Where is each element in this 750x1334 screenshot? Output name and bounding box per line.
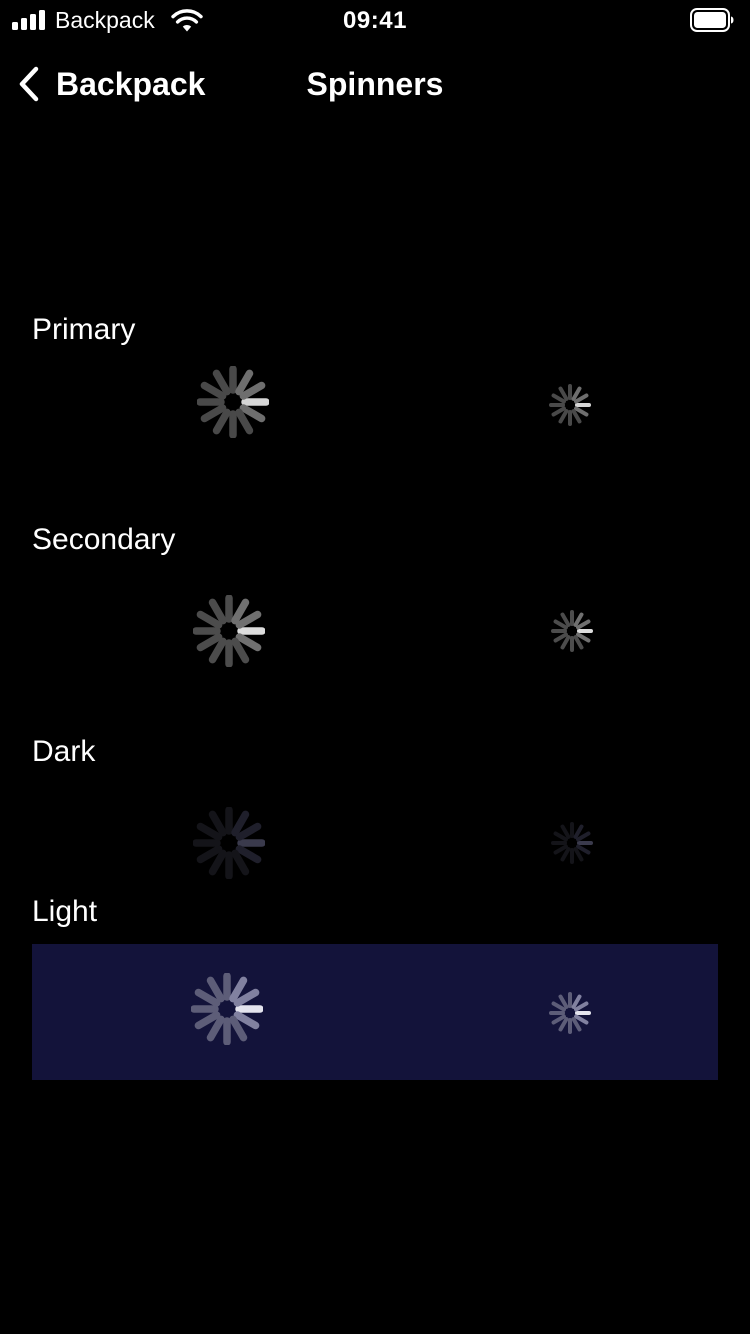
spinner-spoke bbox=[576, 619, 591, 630]
spinner-spoke bbox=[551, 406, 566, 417]
section-title-primary: Primary bbox=[32, 313, 136, 346]
spinner-spoke bbox=[208, 637, 227, 664]
light-spinner-small bbox=[549, 992, 591, 1034]
spinner-spoke bbox=[551, 393, 566, 404]
spinner-spoke bbox=[576, 844, 591, 855]
spinner-spoke bbox=[571, 409, 582, 424]
spinner-spoke bbox=[208, 810, 227, 837]
secondary-spinner-large bbox=[193, 595, 265, 667]
spinner-spoke bbox=[558, 386, 569, 401]
spinner-spoke bbox=[196, 822, 223, 841]
section-title-light: Light bbox=[32, 895, 98, 928]
spinner-spoke bbox=[235, 408, 254, 435]
spinner-spoke bbox=[231, 598, 250, 625]
primary-spinner-small bbox=[549, 384, 591, 426]
spinner-spoke bbox=[229, 976, 248, 1003]
spinner-spoke bbox=[196, 633, 223, 652]
spinner-spoke bbox=[571, 386, 582, 401]
spinner-spoke bbox=[200, 381, 227, 400]
spinner-spoke bbox=[574, 393, 589, 404]
light-spinner-large bbox=[191, 973, 263, 1045]
spinner-spoke bbox=[574, 406, 589, 417]
spinner-spoke bbox=[196, 610, 223, 629]
spinner-spoke bbox=[231, 849, 250, 876]
spinner-spoke bbox=[573, 824, 584, 839]
light-spinner-panel bbox=[32, 944, 718, 1080]
section-title-dark: Dark bbox=[32, 735, 96, 768]
spinner-spoke bbox=[576, 632, 591, 643]
section-title-secondary: Secondary bbox=[32, 523, 176, 556]
spinner-spoke bbox=[576, 831, 591, 842]
spinner-spoke bbox=[235, 633, 262, 652]
spinner-spoke bbox=[558, 994, 569, 1009]
spinner-spoke bbox=[208, 598, 227, 625]
spinner-spoke bbox=[235, 845, 262, 864]
spinner-spoke bbox=[560, 847, 571, 862]
spinner-spoke bbox=[194, 988, 221, 1007]
spinner-spoke bbox=[551, 1001, 566, 1012]
spinner-spoke bbox=[235, 822, 262, 841]
spinner-spoke bbox=[200, 404, 227, 423]
spinner-spoke bbox=[231, 810, 250, 837]
spinner-spoke bbox=[212, 408, 231, 435]
spinner-spoke bbox=[571, 994, 582, 1009]
spinner-spoke bbox=[558, 1017, 569, 1032]
spinner-spoke bbox=[551, 1014, 566, 1025]
spinner-spoke bbox=[233, 988, 260, 1007]
spinner-spoke bbox=[239, 381, 266, 400]
spinner-spoke bbox=[231, 637, 250, 664]
page-title: Spinners bbox=[306, 66, 444, 102]
spinner-spoke bbox=[235, 610, 262, 629]
spinner-spoke bbox=[553, 632, 568, 643]
battery-icon bbox=[690, 8, 734, 32]
spinner-spoke bbox=[206, 976, 225, 1003]
spinner-spoke bbox=[558, 409, 569, 424]
spinner-spoke bbox=[235, 369, 254, 396]
secondary-spinner-small bbox=[551, 610, 593, 652]
spinner-spoke bbox=[206, 1015, 225, 1042]
spinner-spoke bbox=[573, 847, 584, 862]
spinner-spoke bbox=[574, 1014, 589, 1025]
spinner-spoke bbox=[574, 1001, 589, 1012]
status-bar: Backpack 09:41 bbox=[0, 0, 750, 40]
spinner-spoke bbox=[560, 612, 571, 627]
spinner-spoke bbox=[196, 845, 223, 864]
spinner-spoke bbox=[560, 824, 571, 839]
spinner-spoke bbox=[560, 635, 571, 650]
spinner-spoke bbox=[553, 831, 568, 842]
spinner-spoke bbox=[212, 369, 231, 396]
spinner-spoke bbox=[553, 844, 568, 855]
spinner-spoke bbox=[233, 1011, 260, 1030]
spinner-spoke bbox=[553, 619, 568, 630]
spinner-spoke bbox=[208, 849, 227, 876]
status-time: 09:41 bbox=[343, 7, 407, 34]
spinner-spoke bbox=[239, 404, 266, 423]
primary-spinner-large bbox=[197, 366, 269, 438]
spinner-spoke bbox=[571, 1017, 582, 1032]
spinner-spoke bbox=[229, 1015, 248, 1042]
spinner-spoke bbox=[573, 612, 584, 627]
spinner-spoke bbox=[573, 635, 584, 650]
dark-spinner-large bbox=[193, 807, 265, 879]
spinner-spoke bbox=[194, 1011, 221, 1030]
dark-spinner-small bbox=[551, 822, 593, 864]
